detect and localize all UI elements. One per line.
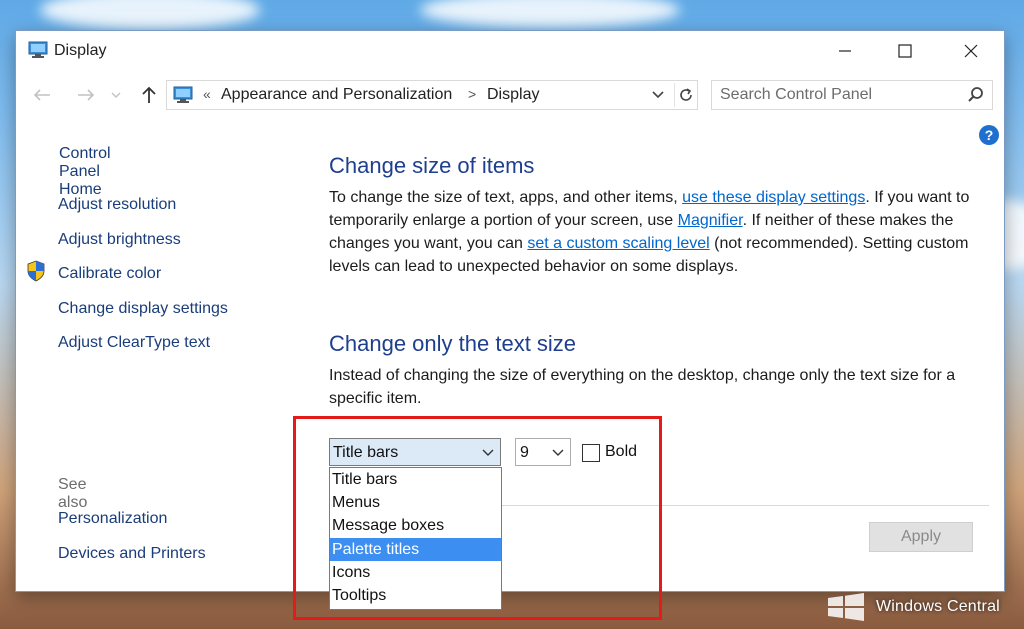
watermark-text: Windows Central	[876, 598, 1000, 615]
monitor-icon	[28, 41, 48, 58]
heading-change-only-text-size: Change only the text size	[329, 331, 577, 356]
close-icon	[964, 44, 978, 58]
search-input[interactable]	[712, 81, 960, 109]
sidebar-personalization[interactable]: Personalization	[58, 510, 167, 528]
breadcrumb-separator[interactable]: >	[468, 86, 476, 102]
sidebar-devices-and-printers[interactable]: Devices and Printers	[58, 545, 206, 563]
use-display-settings-link[interactable]: use these display settings	[682, 189, 865, 206]
close-button[interactable]	[948, 31, 994, 71]
sidebar-calibrate-color[interactable]: Calibrate color	[58, 265, 161, 283]
navigation-bar: « Appearance and Personalization > Displ…	[16, 79, 1004, 111]
minimize-icon	[839, 50, 851, 52]
address-bar[interactable]: « Appearance and Personalization > Displ…	[166, 80, 698, 110]
window-title: Display	[54, 42, 107, 59]
recent-locations-button[interactable]	[111, 79, 121, 111]
background-cloud	[420, 0, 680, 28]
address-history-dropdown[interactable]	[651, 84, 669, 106]
chevron-down-icon	[652, 91, 664, 99]
background-cloud	[40, 0, 260, 30]
refresh-icon	[680, 88, 692, 101]
custom-scaling-link[interactable]: set a custom scaling level	[527, 235, 709, 252]
help-button[interactable]: ?	[979, 125, 999, 145]
size-of-items-description: To change the size of text, apps, and ot…	[329, 189, 970, 275]
search-icon[interactable]	[966, 85, 986, 105]
highlight-callout-box	[293, 416, 662, 620]
breadcrumb-overflow-button[interactable]: «	[203, 86, 211, 102]
back-button[interactable]	[32, 79, 52, 111]
sidebar-adjust-brightness[interactable]: Adjust brightness	[58, 231, 181, 249]
maximize-icon	[898, 44, 912, 58]
sidebar-change-display-settings[interactable]: Change display settings	[58, 300, 228, 318]
see-also-heading: See also	[58, 476, 88, 511]
sidebar-control-panel-home[interactable]: Control Panel Home	[59, 145, 111, 199]
search-box[interactable]	[711, 80, 993, 110]
monitor-icon	[173, 86, 193, 103]
forward-button[interactable]	[76, 79, 96, 111]
watermark: Windows Central	[826, 588, 1024, 628]
up-button[interactable]	[140, 79, 158, 111]
text-size-description: Instead of changing the size of everythi…	[329, 367, 956, 407]
apply-button[interactable]: Apply	[869, 522, 973, 552]
sidebar-adjust-cleartype-text[interactable]: Adjust ClearType text	[58, 334, 210, 352]
chevron-down-icon	[111, 92, 121, 98]
back-arrow-icon	[33, 89, 50, 101]
refresh-button[interactable]	[674, 83, 697, 107]
sidebar-adjust-resolution[interactable]: Adjust resolution	[58, 196, 176, 214]
up-arrow-icon	[142, 86, 156, 103]
breadcrumb-display[interactable]: Display	[487, 86, 539, 104]
forward-arrow-icon	[78, 89, 95, 101]
maximize-button[interactable]	[882, 31, 928, 71]
heading-change-size-of-items: Change size of items	[329, 153, 535, 178]
breadcrumb-appearance-and-personalization[interactable]: Appearance and Personalization	[221, 86, 452, 104]
title-bar[interactable]: Display	[16, 31, 1004, 71]
minimize-button[interactable]	[822, 31, 868, 71]
uac-shield-icon	[27, 260, 45, 282]
magnifier-link[interactable]: Magnifier	[678, 212, 743, 229]
windows-logo-icon	[828, 593, 864, 621]
